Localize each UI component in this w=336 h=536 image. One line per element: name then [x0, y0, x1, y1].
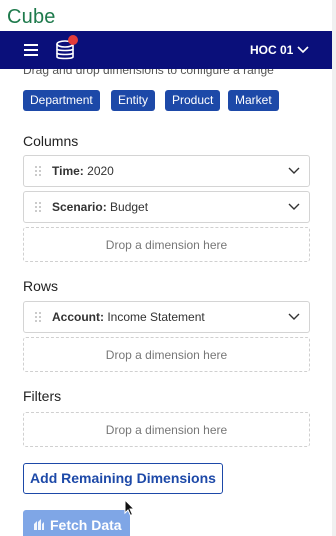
fetch-data-button[interactable]: Fetch Data	[23, 510, 130, 536]
dimension-name: Account:	[52, 310, 104, 324]
column-dimension-scenario[interactable]: Scenario: Budget	[23, 191, 310, 223]
drag-handle-icon[interactable]	[34, 165, 42, 177]
scrollbar[interactable]	[332, 0, 336, 536]
drop-zone-text: Drop a dimension here	[105, 348, 228, 362]
range-config-panel: Drag and drop dimensions to configure a …	[0, 69, 332, 536]
dimension-value: Income Statement	[107, 310, 205, 324]
filters-drop-zone[interactable]: Drop a dimension here	[23, 412, 310, 447]
dimension-value: Budget	[110, 200, 149, 214]
filters-label: Filters	[23, 388, 62, 404]
hamburger-icon[interactable]	[24, 44, 38, 56]
dimension-chip[interactable]: Department	[23, 90, 100, 111]
chevron-down-icon[interactable]	[288, 313, 300, 321]
workspace-name[interactable]: HOC 01	[250, 43, 293, 57]
dimension-chip[interactable]: Market	[228, 90, 279, 111]
dimension-chip[interactable]: Product	[165, 90, 221, 111]
dimension-name: Time:	[52, 164, 84, 178]
chevron-down-icon[interactable]	[288, 203, 300, 211]
rows-drop-zone[interactable]: Drop a dimension here	[23, 337, 310, 372]
columns-label: Columns	[23, 133, 79, 149]
app-title: Cube	[7, 6, 56, 28]
mouse-cursor-icon	[124, 499, 136, 517]
columns-drop-zone[interactable]: Drop a dimension here	[23, 227, 310, 262]
fetch-data-label: Fetch Data	[50, 517, 122, 533]
drag-handle-icon[interactable]	[34, 201, 42, 213]
drop-zone-text: Drop a dimension here	[105, 423, 228, 437]
app-header: Cube	[0, 0, 336, 31]
navbar: HOC 01	[0, 31, 332, 69]
dimension-name: Scenario:	[52, 200, 107, 214]
hint-text: Drag and drop dimensions to configure a …	[23, 69, 274, 77]
fetch-icon	[34, 519, 44, 530]
add-remaining-dimensions-button[interactable]: Add Remaining Dimensions	[23, 463, 223, 494]
drop-zone-text: Drop a dimension here	[105, 238, 228, 252]
row-dimension-account[interactable]: Account: Income Statement	[23, 301, 310, 333]
rows-label: Rows	[23, 278, 59, 294]
dimension-chip[interactable]: Entity	[111, 90, 156, 111]
chevron-down-icon[interactable]	[288, 167, 300, 175]
column-dimension-time[interactable]: Time: 2020	[23, 155, 310, 187]
drag-handle-icon[interactable]	[34, 311, 42, 323]
chevron-down-icon[interactable]	[297, 44, 309, 54]
dimension-value: 2020	[87, 164, 114, 178]
notification-dot	[68, 35, 78, 45]
